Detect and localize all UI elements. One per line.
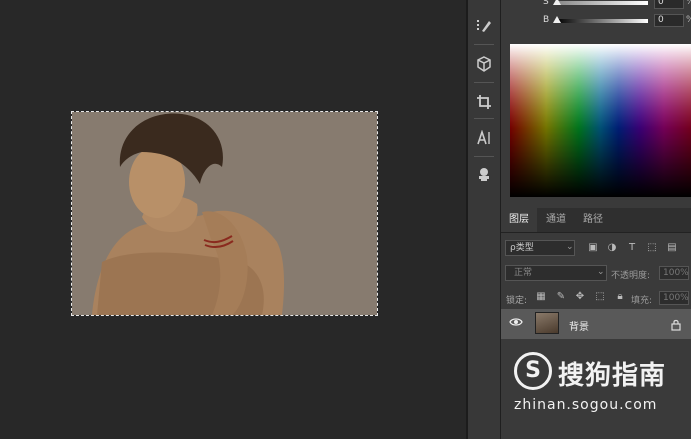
slider-track[interactable]: [556, 1, 648, 5]
adjustment-filter-icon[interactable]: ◑: [606, 242, 618, 254]
pixel-filter-icon[interactable]: ▣: [587, 242, 599, 254]
tool-separator: [474, 118, 494, 119]
tab-channels[interactable]: 通道: [537, 208, 575, 232]
opacity-label: 不透明度:: [611, 271, 651, 281]
tab-paths[interactable]: 路径: [575, 208, 611, 232]
sogou-logo: S: [514, 352, 552, 390]
layer-filter-select[interactable]: ρ类型: [505, 240, 575, 256]
slider-unit: %: [686, 15, 691, 25]
portrait-photo: [72, 112, 377, 315]
shape-filter-icon[interactable]: ⬚: [646, 242, 658, 254]
tab-layers[interactable]: 图层: [501, 208, 537, 232]
fill-field[interactable]: 100%: [659, 291, 689, 305]
color-spectrum[interactable]: [510, 44, 691, 197]
stamp-icon[interactable]: [472, 162, 496, 186]
document-image[interactable]: [72, 112, 377, 315]
layer-row[interactable]: [501, 309, 691, 339]
slider-unit: %: [686, 0, 691, 7]
lock-icon: [671, 316, 681, 335]
watermark-url: zhinan.sogou.com: [514, 397, 658, 413]
lock-label: 锁定:: [506, 296, 528, 306]
fill-label: 填充:: [631, 296, 653, 306]
lock-position-icon[interactable]: ✥: [574, 291, 586, 303]
brightness-slider[interactable]: B 0 %: [501, 14, 691, 29]
tool-separator: [474, 44, 494, 45]
watermark-brand: 搜狗指南: [558, 361, 667, 391]
smart-object-filter-icon[interactable]: ▤: [666, 242, 678, 254]
tool-separator: [474, 82, 494, 83]
blend-mode-select[interactable]: 正常: [505, 265, 607, 281]
layers-panel-tabs: 图层 通道 路径: [501, 208, 691, 233]
crop-icon[interactable]: [472, 90, 496, 114]
type-filter-icon[interactable]: T: [626, 242, 638, 254]
lock-pixels-icon[interactable]: ✎: [555, 291, 567, 303]
opacity-field[interactable]: 100%: [659, 266, 689, 280]
eye-icon[interactable]: [509, 317, 523, 330]
saturation-slider[interactable]: S 0 %: [501, 0, 691, 11]
slider-thumb[interactable]: [553, 0, 561, 5]
lock-transparent-icon[interactable]: ▦: [535, 291, 547, 303]
type-icon[interactable]: [472, 126, 496, 150]
brush-icon[interactable]: [472, 14, 496, 38]
tool-separator: [474, 156, 494, 157]
chevron-down-icon: ⌄: [597, 267, 605, 277]
slider-value-field[interactable]: 0: [654, 14, 684, 27]
slider-label: S: [543, 0, 549, 7]
slider-track[interactable]: [556, 19, 648, 23]
slider-value-field[interactable]: 0: [654, 0, 684, 9]
layer-thumbnail[interactable]: [535, 312, 559, 334]
layer-name[interactable]: 背景: [569, 318, 589, 333]
tool-strip: [468, 0, 501, 439]
slider-thumb[interactable]: [553, 16, 561, 23]
chevron-down-icon: ⌄: [566, 242, 574, 252]
lock-all-icon[interactable]: 🔒︎: [614, 291, 626, 303]
slider-label: B: [543, 15, 550, 25]
3d-object-icon[interactable]: [472, 52, 496, 76]
lock-artboard-icon[interactable]: ⬚: [594, 291, 606, 303]
